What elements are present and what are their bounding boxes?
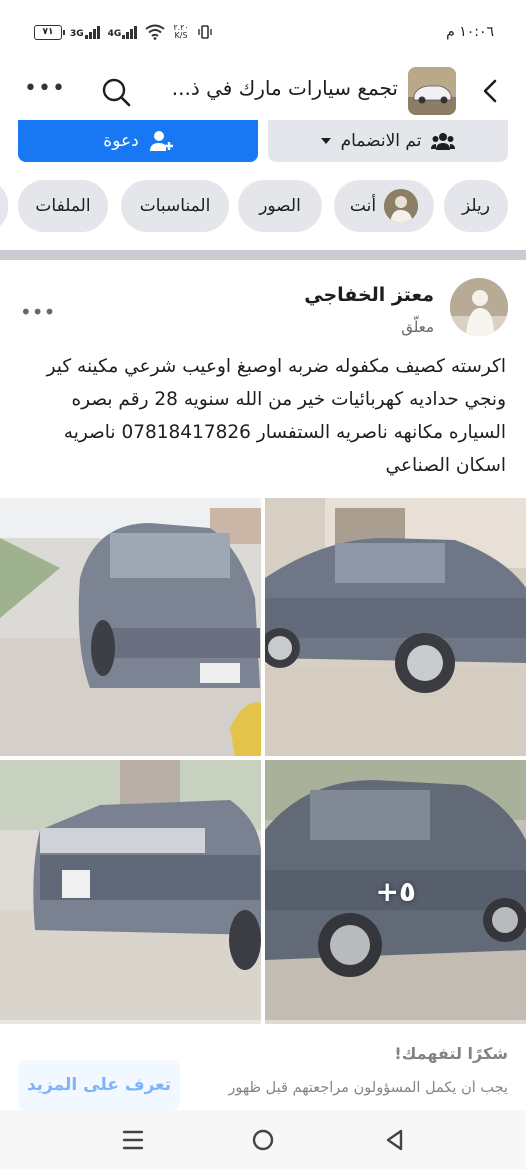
joined-label: تم الانضمام [340, 131, 422, 151]
battery-icon: ٧١ [34, 24, 65, 40]
post-photo-1[interactable] [0, 498, 261, 756]
tab-label: أنت [349, 196, 377, 216]
group-tabs: ريلز أنت الصور المناسبات الملفات [0, 180, 526, 236]
pending-notice: شكرًا لتفهمك! يجب أن يكمل المسؤولون مراج… [0, 1036, 526, 1116]
recents-icon[interactable] [118, 1126, 148, 1154]
invite-button[interactable]: دعوة [18, 120, 258, 162]
tab-files[interactable]: الملفات [18, 180, 108, 232]
learn-more-button[interactable]: تعرف على المزيد [18, 1060, 180, 1110]
network-label-2: 4G [107, 28, 122, 39]
post-status: معلّق [401, 318, 434, 336]
search-icon[interactable] [100, 76, 132, 108]
post-header: معتز الخفاجي معلّق ••• [0, 270, 526, 342]
invite-label: دعوة [103, 131, 139, 151]
post-body: اكرسته كصيف مكفوله ضربه اوصبغ اوعيب شرعي… [46, 356, 506, 476]
tab-label: ريلز [462, 196, 490, 216]
speed-unit: K/S [174, 31, 188, 40]
back-icon[interactable] [380, 1126, 410, 1154]
group-header: تجمع سيارات مارك في ذ... ••• [0, 62, 526, 120]
group-cover-thumbnail[interactable] [408, 67, 456, 115]
vibrate-icon [198, 25, 212, 39]
tab-you[interactable]: أنت [334, 180, 434, 232]
more-photos-count[interactable]: +٥ [375, 875, 416, 908]
chevron-left-icon[interactable] [476, 76, 506, 106]
more-horizontal-icon[interactable]: ••• [24, 76, 65, 106]
section-divider [0, 250, 526, 260]
post-author[interactable]: معتز الخفاجي [304, 284, 434, 306]
post-photo-3[interactable] [0, 760, 261, 1024]
app-screen: ٧١ 3G 4G ٢.٢٠ K/S ١٠:٠٦ م تجمع سيارات ما… [0, 0, 526, 1169]
avatar[interactable] [450, 278, 508, 336]
group-title[interactable]: تجمع سيارات مارك في ذ... [158, 76, 398, 100]
system-nav-bar [0, 1110, 526, 1169]
post-photo-4[interactable]: +٥ [265, 760, 526, 1024]
group-actions: تم الانضمام دعوة [0, 120, 526, 166]
joined-button[interactable]: تم الانضمام [268, 120, 508, 162]
notice-title: شكرًا لتفهمك! [394, 1044, 508, 1063]
tab-label: الملفات [35, 196, 91, 216]
group-people-icon [431, 133, 456, 150]
signal-3g-icon: 3G [70, 25, 100, 39]
tab-label: المناسبات [139, 196, 211, 216]
signal-4g-icon: 4G [107, 25, 138, 39]
post-more-icon[interactable]: ••• [20, 300, 55, 324]
wifi-icon [145, 24, 165, 40]
home-icon[interactable] [248, 1126, 278, 1154]
status-icons: ٧١ 3G 4G ٢.٢٠ K/S [34, 24, 213, 40]
network-label-1: 3G [70, 28, 84, 39]
tab-events[interactable]: المناسبات [121, 180, 229, 232]
clock: ١٠:٠٦ م [446, 24, 494, 40]
status-bar: ٧١ 3G 4G ٢.٢٠ K/S ١٠:٠٦ م [0, 0, 526, 62]
notice-body: يجب أن يكمل المسؤولون مراجعتهم قبل ظهور [228, 1080, 508, 1096]
add-person-icon [149, 131, 173, 151]
post-photo-grid: +٥ [0, 498, 526, 1026]
tab-reels[interactable]: ريلز [444, 180, 508, 232]
tab-photos[interactable]: الصور [238, 180, 322, 232]
tab-more[interactable] [0, 180, 8, 232]
post-photo-2[interactable] [265, 498, 526, 756]
avatar [384, 189, 419, 223]
caret-down-icon [320, 138, 331, 144]
tab-label: الصور [259, 196, 301, 216]
data-speed: ٢.٢٠ K/S [173, 24, 188, 40]
battery-level: ٧١ [42, 27, 54, 37]
